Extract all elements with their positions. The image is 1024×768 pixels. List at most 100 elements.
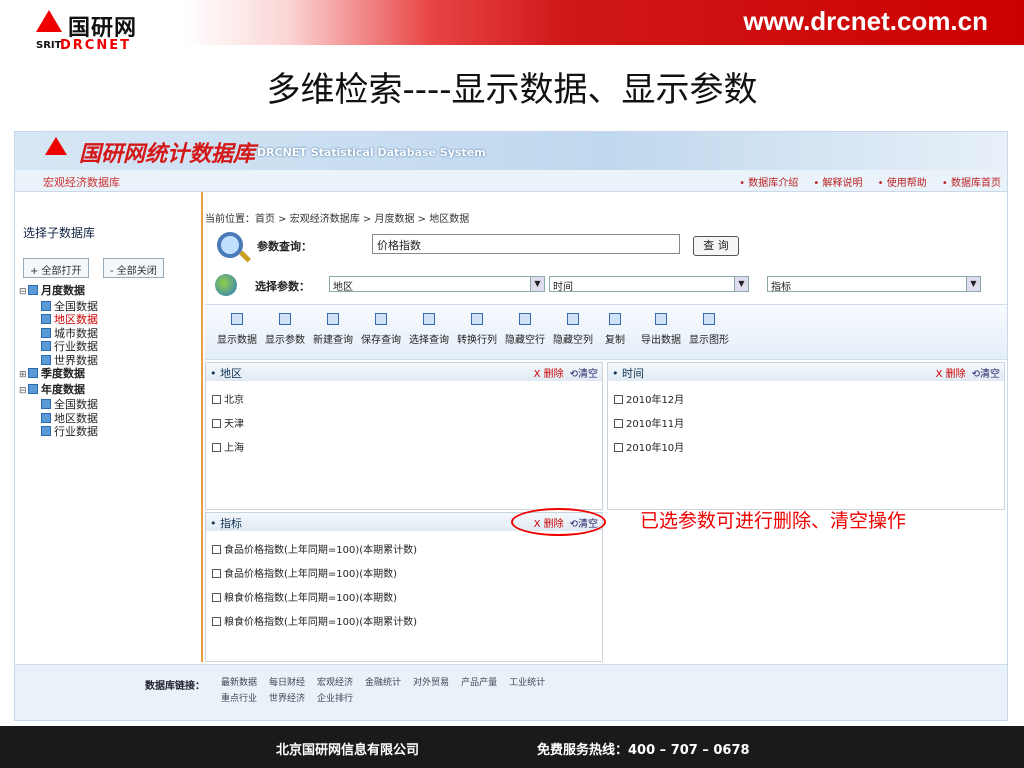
footer-link[interactable]: 宏观经济	[317, 678, 353, 688]
tree-item[interactable]: 全国数据	[19, 300, 98, 314]
hide-empty-cols-button[interactable]: 隐藏空列	[553, 313, 593, 346]
hide-empty-rows-button[interactable]: 隐藏空行	[505, 313, 545, 346]
close-all-button[interactable]: - 全部关闭	[103, 258, 164, 278]
params-icon	[279, 313, 291, 325]
param-label: 选择参数：	[255, 280, 310, 293]
checkbox-item[interactable]: 上海	[212, 439, 244, 454]
show-chart-button[interactable]: 显示图形	[689, 313, 729, 346]
show-data-button[interactable]: 显示数据	[217, 313, 257, 346]
region-select[interactable]: 地区 ▼	[329, 276, 545, 293]
link-db-intro[interactable]: • 数据库介绍	[739, 178, 798, 189]
query-button[interactable]: 查 询	[693, 236, 739, 256]
indicator-select[interactable]: 指标 ▼	[767, 276, 981, 293]
checkbox-item[interactable]: 天津	[212, 415, 244, 430]
query-row: 参数查询： 价格指数 查 询	[217, 232, 997, 262]
clear-button[interactable]: ⟲清空	[972, 369, 1000, 380]
main-area: 当前位置：首页 > 宏观经济数据库 > 月度数据 > 地区数据 参数查询： 价格…	[205, 192, 1007, 662]
time-panel: • 时间 X 删除 ⟲清空 2010年12月 2010年11月 2010年10月	[607, 362, 1005, 510]
tree-item[interactable]: 全国数据	[19, 398, 98, 412]
globe-icon	[215, 274, 237, 296]
checkbox-item[interactable]: 2010年11月	[614, 415, 684, 430]
tree-item[interactable]: 城市数据	[19, 327, 98, 341]
tree-item[interactable]: 世界数据	[19, 354, 98, 368]
chevron-down-icon: ▼	[734, 277, 748, 291]
tree-item[interactable]: 行业数据	[19, 340, 98, 354]
copy-icon	[609, 313, 621, 325]
app-footer: 数据库链接： 最新数据 每日财经 宏观经济 金融统计 对外贸易 产品产量 工业统计 重点行业…	[15, 664, 1007, 720]
checkbox-item[interactable]: 食品价格指数(上年同期=100)(本期累计数)	[212, 541, 417, 556]
tree-item[interactable]: 地区数据	[19, 412, 98, 426]
folder-icon	[41, 354, 51, 365]
show-params-button[interactable]: 显示参数	[265, 313, 305, 346]
tree-item[interactable]: 行业数据	[19, 425, 98, 439]
app-logo-icon	[45, 137, 67, 155]
tree-monthly[interactable]: ⊟ 月度数据	[19, 284, 98, 300]
tree-quarterly[interactable]: ⊞ 季度数据	[19, 367, 98, 383]
delete-button[interactable]: X 删除	[534, 369, 564, 380]
db-tree: ⊟ 月度数据 全国数据 地区数据 城市数据 行业数据 世界数据 ⊞ 季度数据 ⊟ 年度…	[19, 284, 98, 439]
site-url: www.drcnet.com.cn	[743, 6, 988, 36]
footer-link[interactable]: 对外贸易	[413, 678, 449, 688]
folder-icon	[41, 314, 51, 324]
hotline: 免费服务热线：400 – 707 – 0678	[537, 743, 750, 758]
link-explanation[interactable]: • 解释说明	[813, 178, 862, 189]
new-query-button[interactable]: 新建查询	[313, 313, 353, 346]
footer-label: 数据库链接：	[145, 681, 205, 692]
checkbox-item[interactable]: 食品价格指数(上年同期=100)(本期数)	[212, 565, 397, 580]
clear-button[interactable]: ⟲清空	[570, 369, 598, 380]
time-select[interactable]: 时间 ▼	[549, 276, 749, 293]
delete-button[interactable]: X 删除	[936, 369, 966, 380]
chevron-down-icon: ▼	[530, 277, 544, 291]
slide-title: 多维检索----显示数据、显示参数	[266, 70, 758, 110]
logo: 国研网 SRIT DRCNET	[36, 8, 196, 58]
footer-link[interactable]: 重点行业	[221, 694, 257, 704]
param-row: 选择参数： 地区 ▼ 时间 ▼ 指标 ▼	[215, 274, 1000, 298]
footer-link[interactable]: 世界经济	[269, 694, 305, 704]
save-query-button[interactable]: 保存查询	[361, 313, 401, 346]
footer-link[interactable]: 最新数据	[221, 678, 257, 688]
folder-icon	[28, 368, 38, 378]
sidebar: 选择子数据库 + 全部打开 - 全部关闭 ⊟ 月度数据 全国数据 地区数据 城市数…	[15, 192, 203, 662]
folder-icon	[41, 412, 51, 423]
folder-icon	[41, 327, 51, 338]
database-name: 宏观经济数据库	[43, 176, 120, 189]
search-icon	[217, 232, 243, 258]
app-subtitle: DRCNET Statistical Database System	[257, 146, 486, 159]
open-all-button[interactable]: + 全部打开	[23, 258, 89, 278]
save-icon	[375, 313, 387, 325]
checkbox-item[interactable]: 粮食价格指数(上年同期=100)(本期数)	[212, 589, 397, 604]
checkbox-item[interactable]: 北京	[212, 391, 244, 406]
chevron-down-icon: ▼	[966, 277, 980, 291]
footer-link[interactable]: 企业排行	[317, 694, 353, 704]
query-input[interactable]: 价格指数	[372, 234, 680, 254]
app-header: 国研网统计数据库 DRCNET Statistical Database Sys…	[15, 132, 1007, 170]
logo-en2: DRCNET	[60, 38, 131, 53]
checkbox-item[interactable]: 粮食价格指数(上年同期=100)(本期累计数)	[212, 613, 417, 628]
footer-link[interactable]: 产品产量	[461, 678, 497, 688]
footer-link[interactable]: 每日财经	[269, 678, 305, 688]
transpose-button[interactable]: 转换行列	[457, 313, 497, 346]
footer-links-row1: 最新数据 每日财经 宏观经济 金融统计 对外贸易 产品产量 工业统计	[221, 675, 557, 688]
app-title: 国研网统计数据库	[79, 142, 256, 167]
link-help[interactable]: • 使用帮助	[878, 178, 927, 189]
folder-icon	[41, 300, 51, 311]
link-db-home[interactable]: • 数据库首页	[942, 178, 1001, 189]
table-icon	[231, 313, 243, 325]
annotation-text: 已选参数可进行删除、清空操作	[640, 510, 907, 532]
checkbox-item[interactable]: 2010年12月	[614, 391, 684, 406]
hide-cols-icon	[567, 313, 579, 325]
select-subdb-label: 选择子数据库	[23, 226, 96, 240]
bottom-bar: 北京国研网信息有限公司 免费服务热线：400 – 707 – 0678	[0, 726, 1024, 768]
checkbox-item[interactable]: 2010年10月	[614, 439, 684, 454]
tree-yearly[interactable]: ⊟ 年度数据	[19, 383, 98, 399]
highlight-oval	[511, 508, 606, 536]
footer-link[interactable]: 工业统计	[509, 678, 545, 688]
select-query-button[interactable]: 选择查询	[409, 313, 449, 346]
copy-button[interactable]: 复制	[605, 313, 625, 346]
tree-item-selected[interactable]: 地区数据	[19, 313, 98, 327]
logo-triangle-icon	[36, 10, 62, 32]
transpose-icon	[471, 313, 483, 325]
export-button[interactable]: 导出数据	[641, 313, 681, 346]
footer-link[interactable]: 金融统计	[365, 678, 401, 688]
folder-icon	[41, 426, 51, 436]
